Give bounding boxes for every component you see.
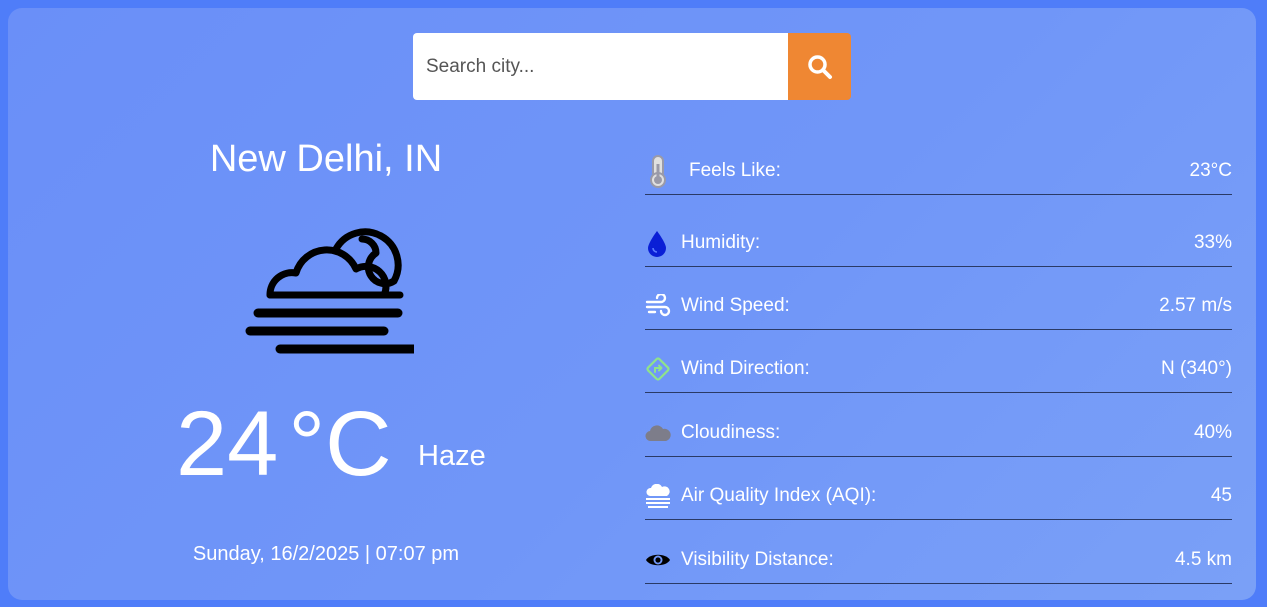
search-button[interactable] bbox=[788, 33, 851, 100]
detail-label: Wind Direction: bbox=[681, 358, 810, 379]
detail-label: Visibility Distance: bbox=[681, 549, 834, 570]
detail-value: 40% bbox=[1193, 422, 1232, 443]
weather-card: New Delhi, IN 24°C Haze Sunday, 16/2/202… bbox=[8, 8, 1256, 600]
detail-visibility: Visibility Distance: 4.5 km bbox=[645, 537, 1232, 584]
detail-cloudiness: Cloudiness: 40% bbox=[645, 410, 1232, 457]
weather-condition: Haze bbox=[418, 440, 486, 472]
detail-value: 45 bbox=[1210, 485, 1232, 506]
detail-label: Air Quality Index (AQI): bbox=[681, 485, 877, 506]
city-name: New Delhi, IN bbox=[209, 138, 443, 180]
eye-icon bbox=[645, 545, 671, 575]
detail-wind-direction: Wind Direction: N (340°) bbox=[645, 346, 1232, 393]
detail-label: Feels Like: bbox=[689, 160, 781, 181]
haze-night-icon bbox=[244, 223, 419, 368]
droplet-icon bbox=[645, 228, 671, 258]
temperature: 24 °C bbox=[176, 398, 392, 490]
detail-label: Humidity: bbox=[681, 232, 761, 253]
detail-wind-speed: Wind Speed: 2.57 m/s bbox=[645, 283, 1232, 330]
smog-icon bbox=[645, 481, 671, 511]
detail-value: 2.57 m/s bbox=[1159, 295, 1232, 316]
wind-icon bbox=[645, 291, 671, 321]
date-time: Sunday, 16/2/2025 | 07:07 pm bbox=[192, 543, 460, 565]
search-bar bbox=[413, 33, 851, 100]
detail-feels-like: Feels Like: 23°C bbox=[645, 148, 1232, 195]
cloud-icon bbox=[645, 418, 671, 448]
detail-label: Wind Speed: bbox=[681, 295, 790, 316]
detail-value: 33% bbox=[1193, 232, 1232, 253]
detail-humidity: Humidity: 33% bbox=[645, 220, 1232, 267]
detail-value: N (340°) bbox=[1161, 358, 1232, 379]
temperature-unit: °C bbox=[288, 393, 392, 495]
detail-label: Cloudiness: bbox=[681, 422, 781, 443]
thermometer-icon bbox=[645, 155, 671, 188]
direction-sign-icon bbox=[645, 354, 671, 384]
search-icon bbox=[807, 54, 832, 79]
search-input[interactable] bbox=[413, 33, 788, 100]
detail-aqi: Air Quality Index (AQI): 45 bbox=[645, 473, 1232, 520]
detail-value: 23°C bbox=[1189, 160, 1232, 181]
detail-value: 4.5 km bbox=[1174, 549, 1232, 570]
temperature-value: 24 bbox=[176, 393, 279, 495]
